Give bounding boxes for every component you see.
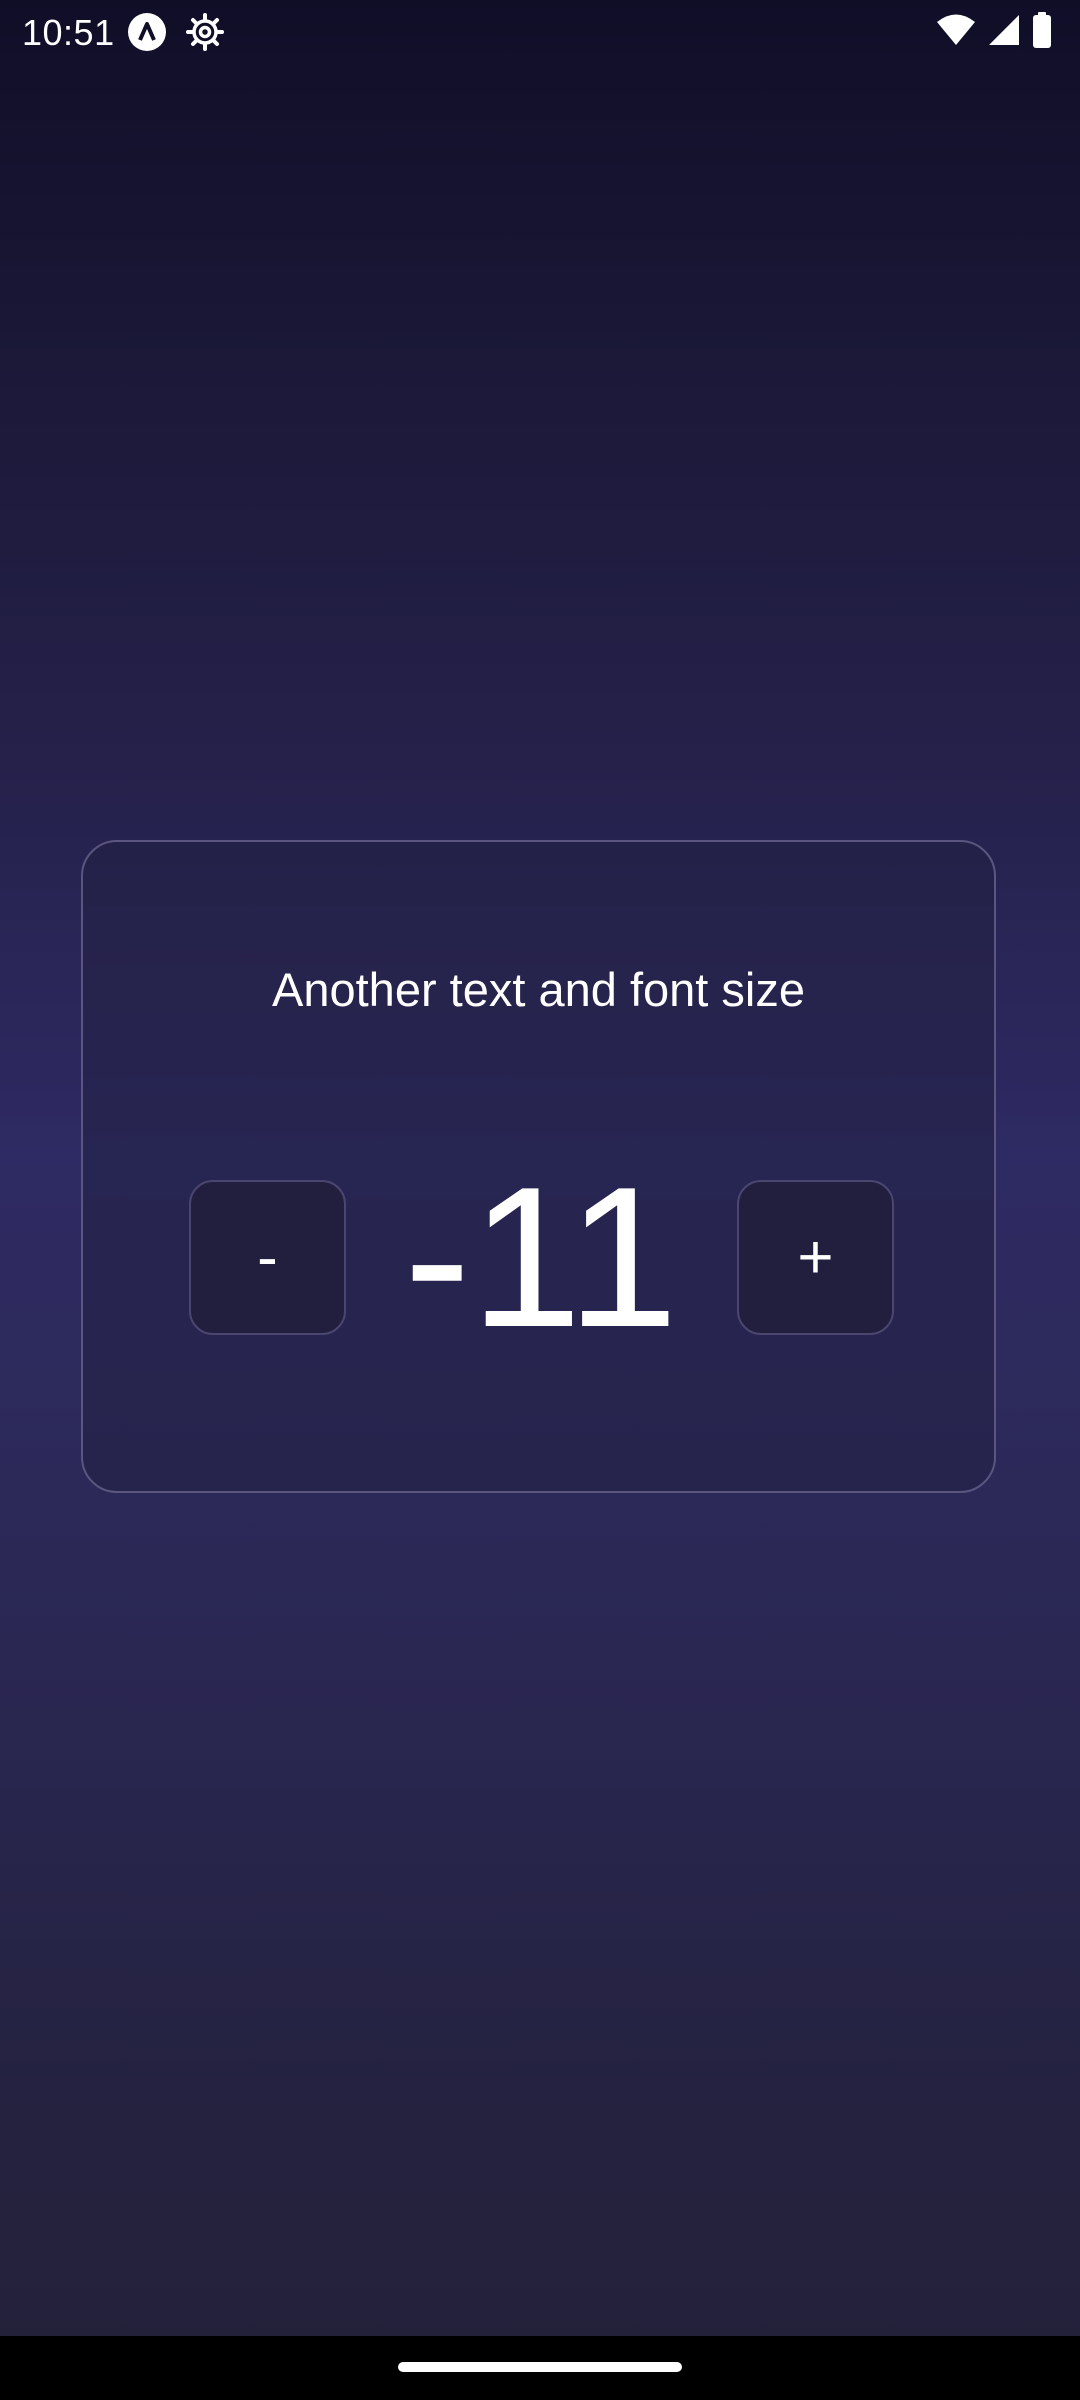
increment-button[interactable]: + bbox=[737, 1180, 894, 1335]
card-title: Another text and font size bbox=[272, 963, 805, 1016]
app-notification-icon bbox=[127, 12, 167, 52]
font-size-card: Another text and font size - -11 + bbox=[81, 840, 996, 1493]
wifi-icon bbox=[936, 13, 976, 52]
status-icons-right bbox=[936, 11, 1052, 53]
battery-icon bbox=[1032, 11, 1052, 53]
increment-label: + bbox=[797, 1223, 834, 1292]
status-time: 10:51 bbox=[22, 12, 115, 53]
settings-gear-icon bbox=[185, 12, 225, 52]
navigation-bar bbox=[0, 2336, 1080, 2400]
decrement-button[interactable]: - bbox=[189, 1180, 346, 1335]
status-bar: 10:51 bbox=[0, 0, 1080, 62]
home-indicator[interactable] bbox=[398, 2362, 682, 2372]
counter-value: -11 bbox=[403, 1145, 679, 1369]
cell-signal-icon bbox=[988, 13, 1020, 52]
decrement-label: - bbox=[257, 1223, 278, 1292]
